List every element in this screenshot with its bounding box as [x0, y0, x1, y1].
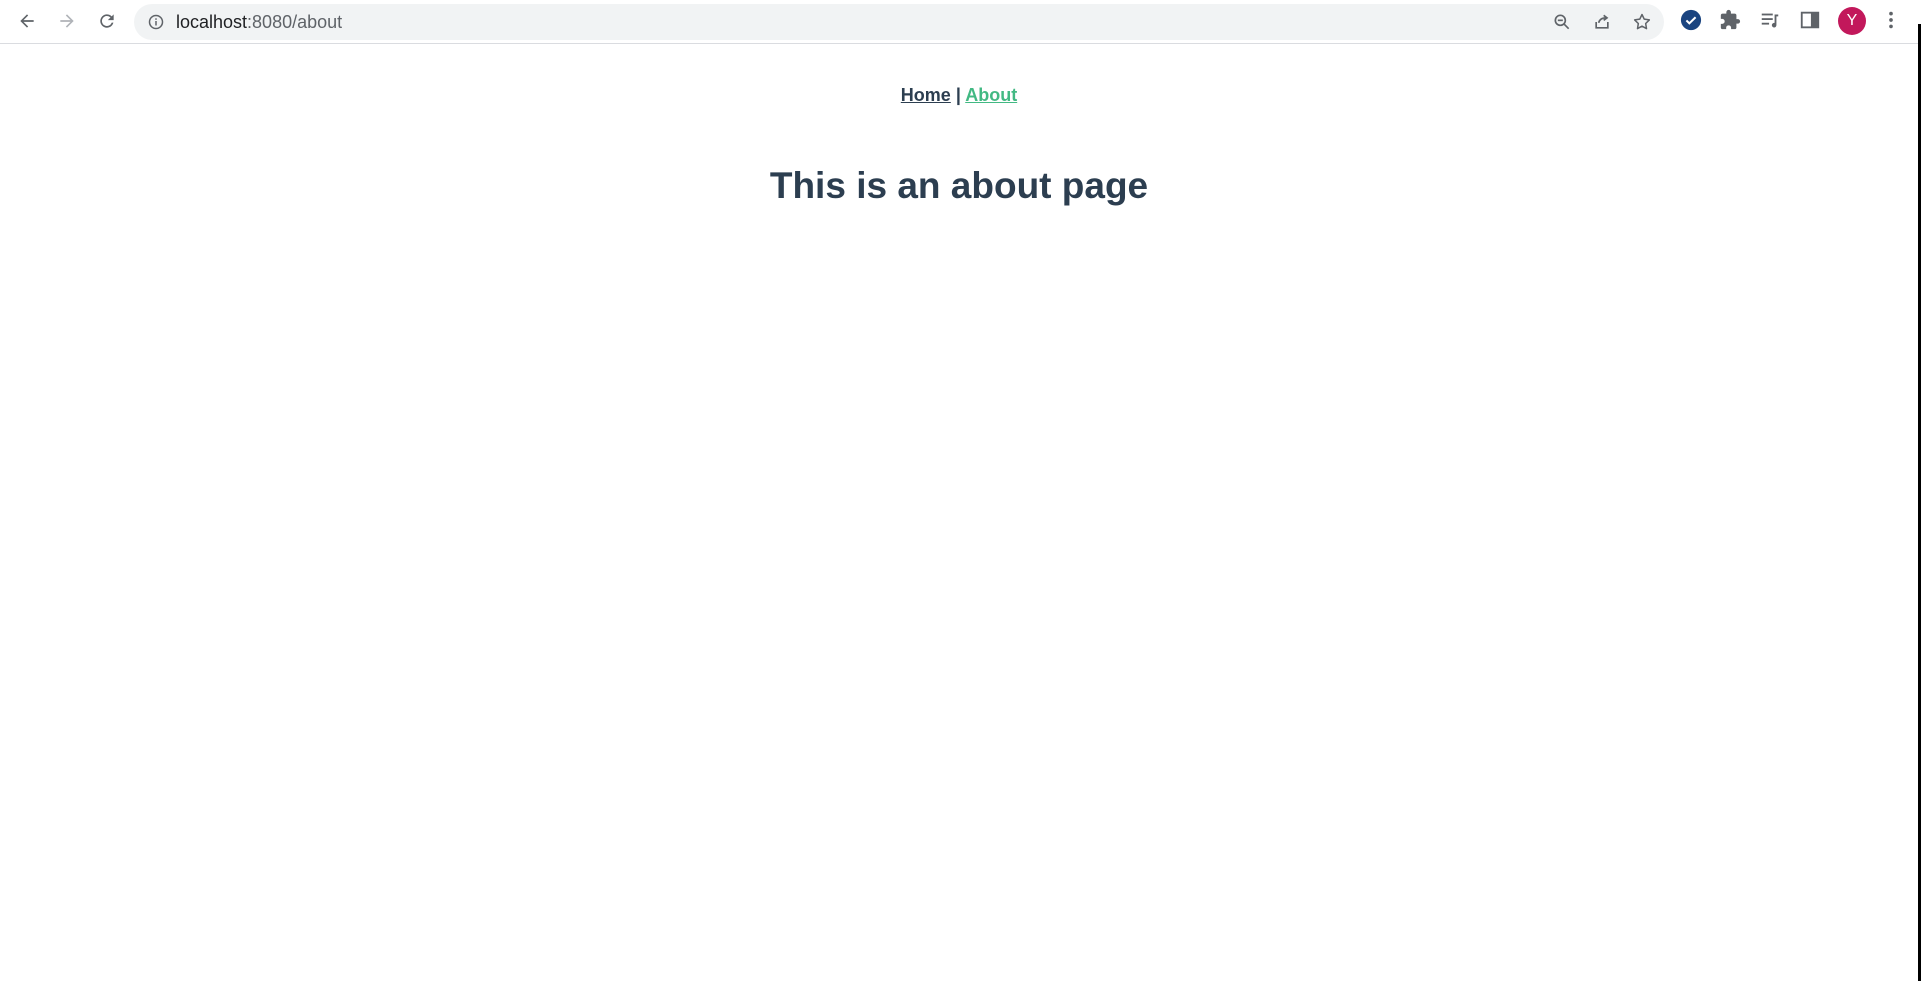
reload-icon [100, 14, 114, 28]
media-queue-icon[interactable] [1758, 8, 1782, 32]
profile-avatar[interactable]: Y [1838, 7, 1866, 35]
page-title: This is an about page [769, 165, 1149, 206]
url-host: localhost [176, 12, 248, 32]
nav-separator: | [955, 85, 961, 105]
site-nav: Home | About [0, 85, 1918, 106]
side-panel-icon[interactable] [1798, 8, 1822, 32]
back-button[interactable] [12, 6, 42, 36]
more-vert-icon[interactable] [1879, 8, 1903, 32]
star-icon[interactable] [1632, 12, 1652, 32]
nav-home-link[interactable]: Home [901, 85, 951, 105]
info-icon[interactable] [148, 14, 164, 30]
puzzle-icon[interactable] [1718, 8, 1742, 32]
arrow-right-icon [60, 14, 74, 28]
page-content: Home | About This is an about page [0, 45, 1918, 981]
arrow-left-icon [20, 14, 34, 28]
forward-button[interactable] [52, 6, 82, 36]
url-text[interactable]: localhost:8080/about [176, 4, 342, 40]
address-bar[interactable]: localhost:8080/about [134, 4, 1664, 40]
check-circle-icon[interactable] [1679, 8, 1703, 32]
share-icon[interactable] [1592, 12, 1612, 32]
url-path: :8080/about [247, 12, 343, 32]
zoom-out-icon[interactable] [1552, 12, 1572, 32]
reload-button[interactable] [92, 6, 122, 36]
browser-toolbar: localhost:8080/about Y [0, 0, 1921, 44]
nav-about-link[interactable]: About [965, 85, 1017, 105]
